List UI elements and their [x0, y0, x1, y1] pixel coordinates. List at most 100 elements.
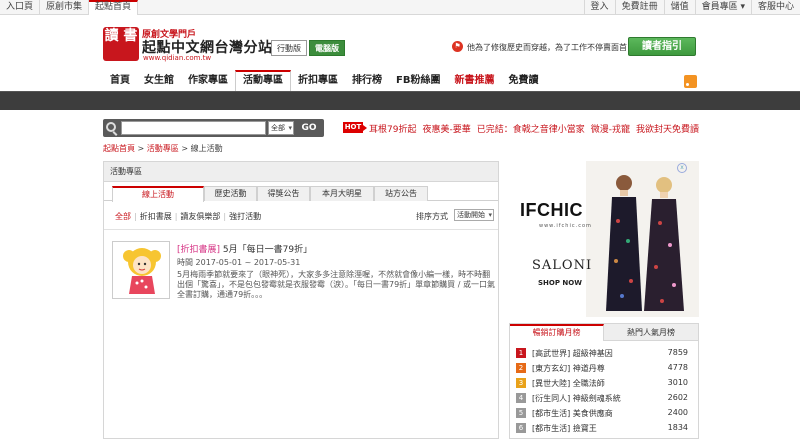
nav-free-read[interactable]: 免費讀	[501, 70, 545, 91]
rank-title[interactable]: [高武世界] 超級神基因	[532, 348, 613, 359]
breadcrumb-current: 線上活動	[190, 144, 223, 153]
nav-home[interactable]: 首頁	[103, 70, 137, 91]
ranking-row[interactable]: 1 [高武世界] 超級神基因 7859	[510, 346, 698, 361]
nav-authors[interactable]: 作家專區	[181, 70, 235, 91]
nav-discounts[interactable]: 折扣專區	[291, 70, 345, 91]
ranking-row[interactable]: 4 [衍生同人] 神級劍魂系統 2602	[510, 391, 698, 406]
rank-value: 3010	[667, 378, 688, 387]
sort-select[interactable]: 活動開始	[454, 209, 494, 221]
ad-shop-now[interactable]: SHOP NOW	[538, 279, 582, 287]
rank-value: 2602	[667, 393, 688, 402]
event-description: 5月梅雨季節就要來了（眼神死），大家多多注意除溼喔，不然就會像小編一樣，時不時翻…	[177, 270, 495, 299]
ad-saloni: SALONI	[532, 258, 593, 273]
hot-badge: HOT	[343, 122, 367, 133]
breadcrumb-section[interactable]: 活動專區	[147, 144, 179, 153]
promo-flag-icon: ⚑	[452, 41, 463, 52]
tab-bestseller-monthly[interactable]: 暢銷訂購月榜	[510, 324, 604, 341]
logo-badge[interactable]: 讀 書	[103, 27, 139, 61]
event-tag[interactable]: [折扣書展]	[177, 245, 220, 255]
rss-icon[interactable]	[684, 75, 697, 88]
logo-url: www.qidian.com.tw	[143, 54, 212, 62]
top-bar: 入口頁 原創市集 起點首頁 登入 免費註冊 儲值 會員專區 ▾ 客服中心	[0, 0, 800, 15]
rank-value: 4778	[667, 363, 688, 372]
hot-link[interactable]: 耳根79折起	[369, 122, 416, 135]
hot-link[interactable]: 微漫-戎寵	[591, 122, 630, 135]
search-go-button[interactable]: GO	[296, 120, 322, 136]
rank-title[interactable]: [異世大陸] 全職法師	[532, 378, 605, 389]
top-bar-left: 入口頁 原創市集 起點首頁	[0, 0, 139, 15]
topnav-entry-page[interactable]: 入口頁	[0, 0, 41, 15]
rank-title[interactable]: [衍生同人] 神級劍魂系統	[532, 393, 621, 404]
top-bar-right: 登入 免費註冊 儲值 會員專區 ▾ 客服中心	[583, 0, 800, 15]
rank-number: 2	[516, 363, 526, 373]
event-time: 時間 2017-05-01 ~ 2017-05-31	[177, 258, 301, 267]
rank-value: 7859	[667, 348, 688, 357]
tab-monthly-star[interactable]: 本月大明星	[310, 186, 374, 201]
ad-close-icon[interactable]: x	[677, 163, 687, 173]
desktop-version-button[interactable]: 電腦版	[309, 40, 345, 56]
rank-number: 6	[516, 423, 526, 433]
breadcrumb: 起點首頁 > 活動專區 > 線上活動	[103, 143, 223, 154]
nav-dark-band	[0, 91, 800, 110]
ranking-row[interactable]: 5 [都市生活] 美食供應商 2400	[510, 406, 698, 421]
nav-new-books[interactable]: 新書推薦	[447, 70, 501, 91]
event-title-text[interactable]: 5月「每日一書79折」	[220, 245, 312, 255]
rank-number: 3	[516, 378, 526, 388]
ranking-row[interactable]: 6 [都市生活] 撿寶王 1834	[510, 421, 698, 436]
panel-title: 活動專區	[104, 162, 498, 182]
ranking-row[interactable]: 2 [東方玄幻] 神道丹尊 4778	[510, 361, 698, 376]
register-link[interactable]: 免費註冊	[614, 0, 664, 15]
topup-link[interactable]: 儲值	[663, 0, 695, 15]
hot-links: 耳根79折起 夜惠美-要華 已完結：食戟之音律小當家 微漫-戎寵 我欲封天免費讀	[369, 122, 699, 135]
ad-fashion-photo[interactable]	[586, 161, 699, 317]
search-scope-select[interactable]: 全部	[268, 121, 294, 135]
ranking-panel: 暢銷訂購月榜 熱門人氣月榜 1 [高武世界] 超級神基因 7859 2 [東方玄幻] 神…	[509, 323, 699, 439]
reader-guide-button[interactable]: 讀者指引	[628, 37, 696, 56]
tab-winners[interactable]: 得獎公告	[257, 186, 310, 201]
rank-title[interactable]: [東方玄幻] 神道丹尊	[532, 363, 605, 374]
ranking-row[interactable]: 3 [異世大陸] 全職法師 3010	[510, 376, 698, 391]
rank-title[interactable]: [都市生活] 撿寶王	[532, 423, 597, 434]
search-icon	[106, 122, 116, 132]
nav-rankings[interactable]: 排行榜	[345, 70, 389, 91]
events-tabs: 線上活動 歷史活動 得獎公告 本月大明星 站方公告	[104, 186, 498, 202]
tab-announcements[interactable]: 站方公告	[374, 186, 428, 201]
rank-number: 4	[516, 393, 526, 403]
ad-brand[interactable]: IFCHIC	[520, 200, 583, 221]
mobile-version-button[interactable]: 行動版	[271, 40, 307, 56]
tab-history-events[interactable]: 歷史活動	[204, 186, 257, 201]
breadcrumb-home[interactable]: 起點首頁	[103, 144, 135, 153]
nav-events[interactable]: 活動專區	[235, 70, 291, 91]
filter-discount[interactable]: 折扣書展	[140, 212, 172, 221]
filter-all[interactable]: 全部	[115, 212, 131, 221]
nav-female[interactable]: 女生館	[137, 70, 181, 91]
hot-link[interactable]: 已完結：食戟之音律小當家	[477, 122, 585, 135]
search-input[interactable]	[121, 121, 266, 135]
breadcrumb-separator: >	[135, 144, 147, 153]
promo-text-link[interactable]: 他為了修復歷史而穿越，為了工作不停賣面首	[467, 42, 627, 53]
ad-url: www.ifchic.com	[539, 223, 592, 229]
hot-link[interactable]: 我欲封天免費讀	[636, 122, 699, 135]
event-thumbnail[interactable]	[112, 241, 170, 299]
member-area-dropdown[interactable]: 會員專區 ▾	[694, 0, 751, 15]
ranking-tabs: 暢銷訂購月榜 熱門人氣月榜	[510, 324, 698, 341]
tab-online-events[interactable]: 線上活動	[112, 186, 204, 202]
support-link[interactable]: 客服中心	[750, 0, 800, 15]
divider	[104, 229, 498, 230]
login-link[interactable]: 登入	[583, 0, 615, 15]
rank-number: 5	[516, 408, 526, 418]
filter-reader-club[interactable]: 讀友俱樂部	[180, 212, 220, 221]
topnav-qidian-home[interactable]: 起點首頁	[89, 0, 139, 15]
nav-fb-fans[interactable]: FB粉絲團	[389, 70, 447, 91]
rank-value: 1834	[667, 423, 688, 432]
rank-value: 2400	[667, 408, 688, 417]
breadcrumb-separator: >	[178, 144, 191, 153]
event-title[interactable]: [折扣書展] 5月「每日一書79折」	[177, 242, 312, 255]
tab-popular-monthly[interactable]: 熱門人氣月榜	[604, 324, 698, 341]
topnav-original-market[interactable]: 原創市集	[40, 0, 90, 15]
hot-link[interactable]: 夜惠美-要華	[422, 122, 470, 135]
filter-promo[interactable]: 強打活動	[229, 212, 261, 221]
rank-title[interactable]: [都市生活] 美食供應商	[532, 408, 613, 419]
rank-number: 1	[516, 348, 526, 358]
sort-label: 排序方式	[416, 212, 448, 221]
